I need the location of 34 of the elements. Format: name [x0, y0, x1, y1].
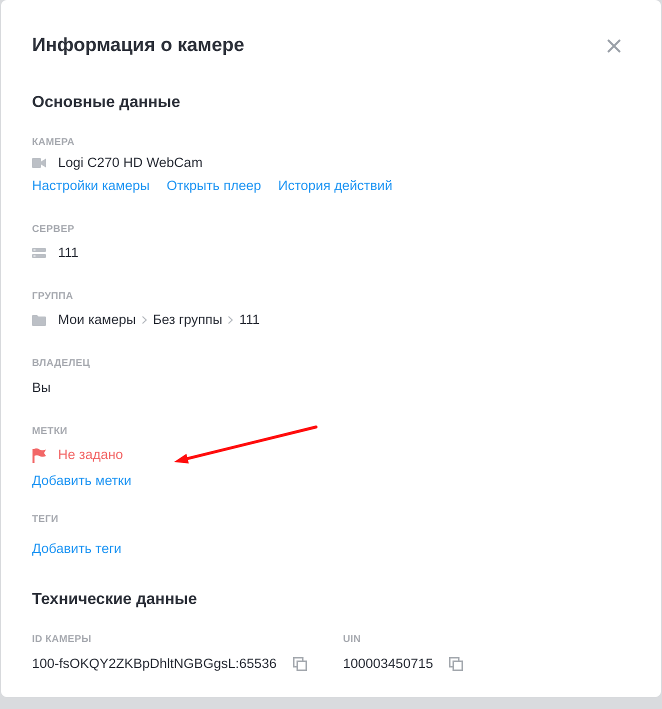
copy-icon[interactable]: [449, 657, 464, 671]
field-label: СЕРВЕР: [32, 223, 74, 237]
field-value: 100-fsOKQY2ZKBpDhltNGBGgsL:65536: [32, 655, 277, 673]
close-icon[interactable]: [607, 39, 621, 53]
breadcrumb-item: Мои камеры: [58, 311, 136, 329]
breadcrumb-item: 111: [239, 311, 260, 329]
field-label: ВЛАДЕЛЕЦ: [32, 357, 90, 371]
link[interactable]: Добавить метки: [32, 471, 132, 491]
field-value: 100003450715: [343, 655, 434, 673]
field-value: Вы: [32, 379, 51, 397]
field-label: ID КАМЕРЫ: [32, 633, 92, 647]
section-heading: Основные данные: [32, 93, 180, 113]
empty-status-text: Не задано: [58, 446, 124, 464]
link[interactable]: Добавить теги: [32, 539, 122, 559]
field-label: UIN: [343, 633, 361, 647]
dialog-title: Информация о камере: [32, 34, 244, 58]
flag-icon: [32, 448, 46, 462]
field-label: ГРУППА: [32, 290, 74, 304]
link[interactable]: Настройки камеры: [32, 176, 150, 196]
link[interactable]: Открыть плеер: [166, 176, 262, 196]
chevron-icon: [142, 316, 147, 324]
field-label: КАМЕРА: [32, 136, 75, 150]
folder-icon: [32, 314, 46, 326]
server-icon: [32, 248, 46, 258]
field-value: Logi C270 HD WebCam: [58, 154, 203, 172]
field-label: ТЕГИ: [32, 513, 58, 527]
link[interactable]: История действий: [278, 176, 392, 196]
breadcrumb-item: Без группы: [152, 311, 222, 329]
copy-icon[interactable]: [292, 657, 307, 671]
field-value: 111: [58, 244, 79, 262]
field-label: МЕТКИ: [32, 425, 68, 439]
video-camera-icon: [32, 158, 46, 168]
section-heading: Технические данные: [32, 590, 198, 610]
chevron-icon: [228, 316, 234, 324]
